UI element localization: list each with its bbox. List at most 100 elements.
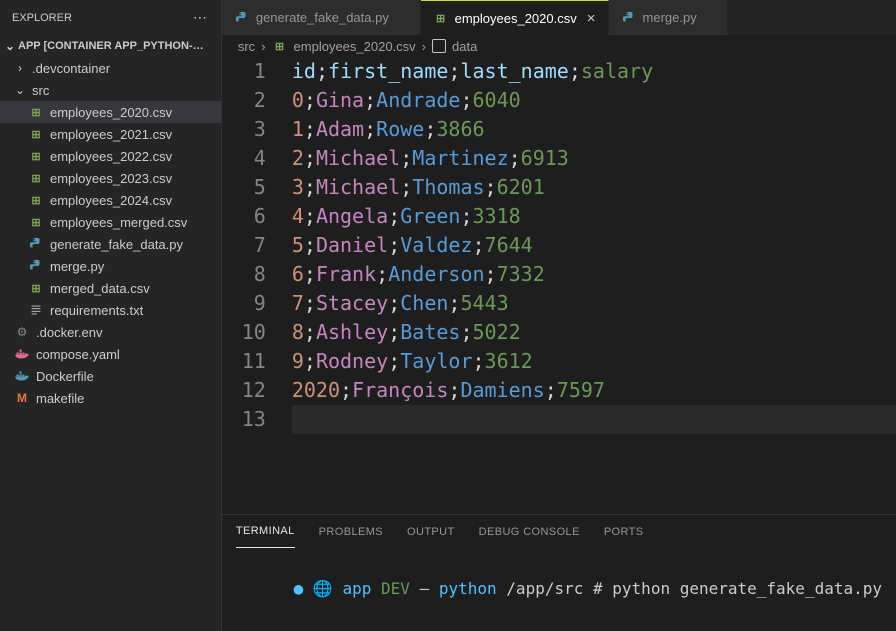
file-item[interactable]: requirements.txt — [0, 299, 221, 321]
chevron-down-icon: ⌄ — [14, 83, 26, 97]
line-number: 12 — [222, 376, 266, 405]
tree-item-label: requirements.txt — [50, 303, 143, 318]
file-item[interactable]: ⊞ employees_2024.csv — [0, 189, 221, 211]
code-line[interactable]: 5;Daniel;Valdez;7644 — [292, 231, 896, 260]
tree-item-label: Dockerfile — [36, 369, 94, 384]
csv-icon: ⊞ — [28, 148, 44, 164]
tab-label: employees_2020.csv — [455, 11, 577, 26]
tree-item-label: employees_2022.csv — [50, 149, 172, 164]
prompt-dot-icon: ● — [294, 579, 304, 598]
terminal-prompt-suffix: # — [593, 579, 603, 598]
code-line[interactable]: 1;Adam;Rowe;3866 — [292, 115, 896, 144]
panel-tab-ports[interactable]: PORTS — [604, 526, 644, 538]
file-item[interactable]: ⊞ employees_2020.csv — [0, 101, 221, 123]
close-icon[interactable]: × — [587, 10, 596, 27]
terminal-app: app — [342, 579, 371, 598]
editor-tab[interactable]: merge.py× — [609, 0, 729, 35]
code-line[interactable]: 2020;François;Damiens;7597 — [292, 376, 896, 405]
line-number: 10 — [222, 318, 266, 347]
code-line[interactable]: 0;Gina;Andrade;6040 — [292, 86, 896, 115]
folder-item[interactable]: ⌄ src — [0, 79, 221, 101]
file-item[interactable]: ⊞ employees_merged.csv — [0, 211, 221, 233]
chevron-right-icon: › — [422, 39, 426, 54]
explorer-sidebar: EXPLORER ⋯ ⌄ APP [CONTAINER APP_PYTHON-…… — [0, 0, 222, 631]
csv-icon: ⊞ — [28, 192, 44, 208]
editor[interactable]: 12345678910111213 id;first_name;last_nam… — [222, 57, 896, 514]
file-item[interactable]: compose.yaml — [0, 343, 221, 365]
workspace-name: APP [CONTAINER APP_PYTHON-… — [18, 40, 204, 52]
editor-tabs: generate_fake_data.py×⊞employees_2020.cs… — [222, 0, 896, 35]
tree-item-label: employees_2020.csv — [50, 105, 172, 120]
panel-tab-terminal[interactable]: TERMINAL — [236, 515, 295, 548]
csv-icon: ⊞ — [433, 10, 449, 26]
panel-tab-debug-console[interactable]: DEBUG CONSOLE — [479, 526, 580, 538]
tab-label: generate_fake_data.py — [256, 10, 389, 25]
csv-icon: ⊞ — [28, 104, 44, 120]
panel-tab-output[interactable]: OUTPUT — [407, 526, 455, 538]
file-item[interactable]: ⊞ merged_data.csv — [0, 277, 221, 299]
code-line[interactable] — [292, 405, 896, 434]
chevron-down-icon: ⌄ — [4, 39, 16, 53]
code-line[interactable]: 9;Rodney;Taylor;3612 — [292, 347, 896, 376]
csv-icon: ⊞ — [28, 280, 44, 296]
terminal-path: /app/src — [506, 579, 583, 598]
makefile-icon: M — [14, 390, 30, 406]
line-number: 3 — [222, 115, 266, 144]
file-tree: ›.devcontainer⌄src⊞employees_2020.csv⊞em… — [0, 57, 221, 409]
code-line[interactable]: 8;Ashley;Bates;5022 — [292, 318, 896, 347]
main-area: generate_fake_data.py×⊞employees_2020.cs… — [222, 0, 896, 631]
editor-tab[interactable]: ⊞ employees_2020.csv × — [421, 0, 609, 35]
csv-icon: ⊞ — [28, 170, 44, 186]
tree-item-label: merge.py — [50, 259, 104, 274]
tree-item-label: compose.yaml — [36, 347, 120, 362]
file-item[interactable]: ⚙ .docker.env — [0, 321, 221, 343]
code-line[interactable]: 6;Frank;Anderson;7332 — [292, 260, 896, 289]
line-number: 5 — [222, 173, 266, 202]
docker-compose-icon — [14, 346, 30, 362]
line-number: 8 — [222, 260, 266, 289]
tree-item-label: merged_data.csv — [50, 281, 150, 296]
code-content[interactable]: id;first_name;last_name;salary0;Gina;And… — [292, 57, 896, 514]
line-number-gutter: 12345678910111213 — [222, 57, 292, 514]
tree-item-label: makefile — [36, 391, 84, 406]
tree-item-label: .docker.env — [36, 325, 103, 340]
file-item[interactable]: Dockerfile — [0, 365, 221, 387]
line-number: 1 — [222, 57, 266, 86]
breadcrumbs[interactable]: src › ⊞ employees_2020.csv › data — [222, 35, 896, 57]
workspace-section-header[interactable]: ⌄ APP [CONTAINER APP_PYTHON-… — [0, 35, 221, 57]
line-number: 11 — [222, 347, 266, 376]
line-number: 2 — [222, 86, 266, 115]
gear-icon: ⚙ — [14, 324, 30, 340]
text-icon — [28, 302, 44, 318]
tree-item-label: employees_2024.csv — [50, 193, 172, 208]
code-line[interactable]: 4;Angela;Green;3318 — [292, 202, 896, 231]
tree-item-label: src — [32, 83, 49, 98]
file-item[interactable]: Mmakefile — [0, 387, 221, 409]
breadcrumb-symbol[interactable]: data — [452, 39, 477, 54]
editor-tab[interactable]: generate_fake_data.py× — [222, 0, 421, 35]
terminal-env: DEV — [381, 579, 410, 598]
python-icon — [234, 10, 250, 26]
breadcrumb-file[interactable]: employees_2020.csv — [294, 39, 416, 54]
folder-item[interactable]: ›.devcontainer — [0, 57, 221, 79]
csv-icon: ⊞ — [28, 214, 44, 230]
line-number: 4 — [222, 144, 266, 173]
file-item[interactable]: ⊞employees_2021.csv — [0, 123, 221, 145]
terminal-command: python generate_fake_data.py — [612, 579, 882, 598]
explorer-more-icon[interactable]: ⋯ — [193, 9, 209, 26]
file-item[interactable]: ⊞employees_2023.csv — [0, 167, 221, 189]
panel-tab-problems[interactable]: PROBLEMS — [319, 526, 383, 538]
csv-icon: ⊞ — [28, 126, 44, 142]
terminal-content[interactable]: ● 🌐 app DEV – python /app/src # python g… — [222, 548, 896, 631]
line-number: 6 — [222, 202, 266, 231]
tree-item-label: employees_merged.csv — [50, 215, 187, 230]
breadcrumb-folder[interactable]: src — [238, 39, 255, 54]
file-item[interactable]: merge.py — [0, 255, 221, 277]
code-line[interactable]: 2;Michael;Martinez;6913 — [292, 144, 896, 173]
code-line[interactable]: id;first_name;last_name;salary — [292, 57, 896, 86]
code-line[interactable]: 7;Stacey;Chen;5443 — [292, 289, 896, 318]
code-line[interactable]: 3;Michael;Thomas;6201 — [292, 173, 896, 202]
file-item[interactable]: ⊞ employees_2022.csv — [0, 145, 221, 167]
line-number: 13 — [222, 405, 266, 434]
file-item[interactable]: generate_fake_data.py — [0, 233, 221, 255]
